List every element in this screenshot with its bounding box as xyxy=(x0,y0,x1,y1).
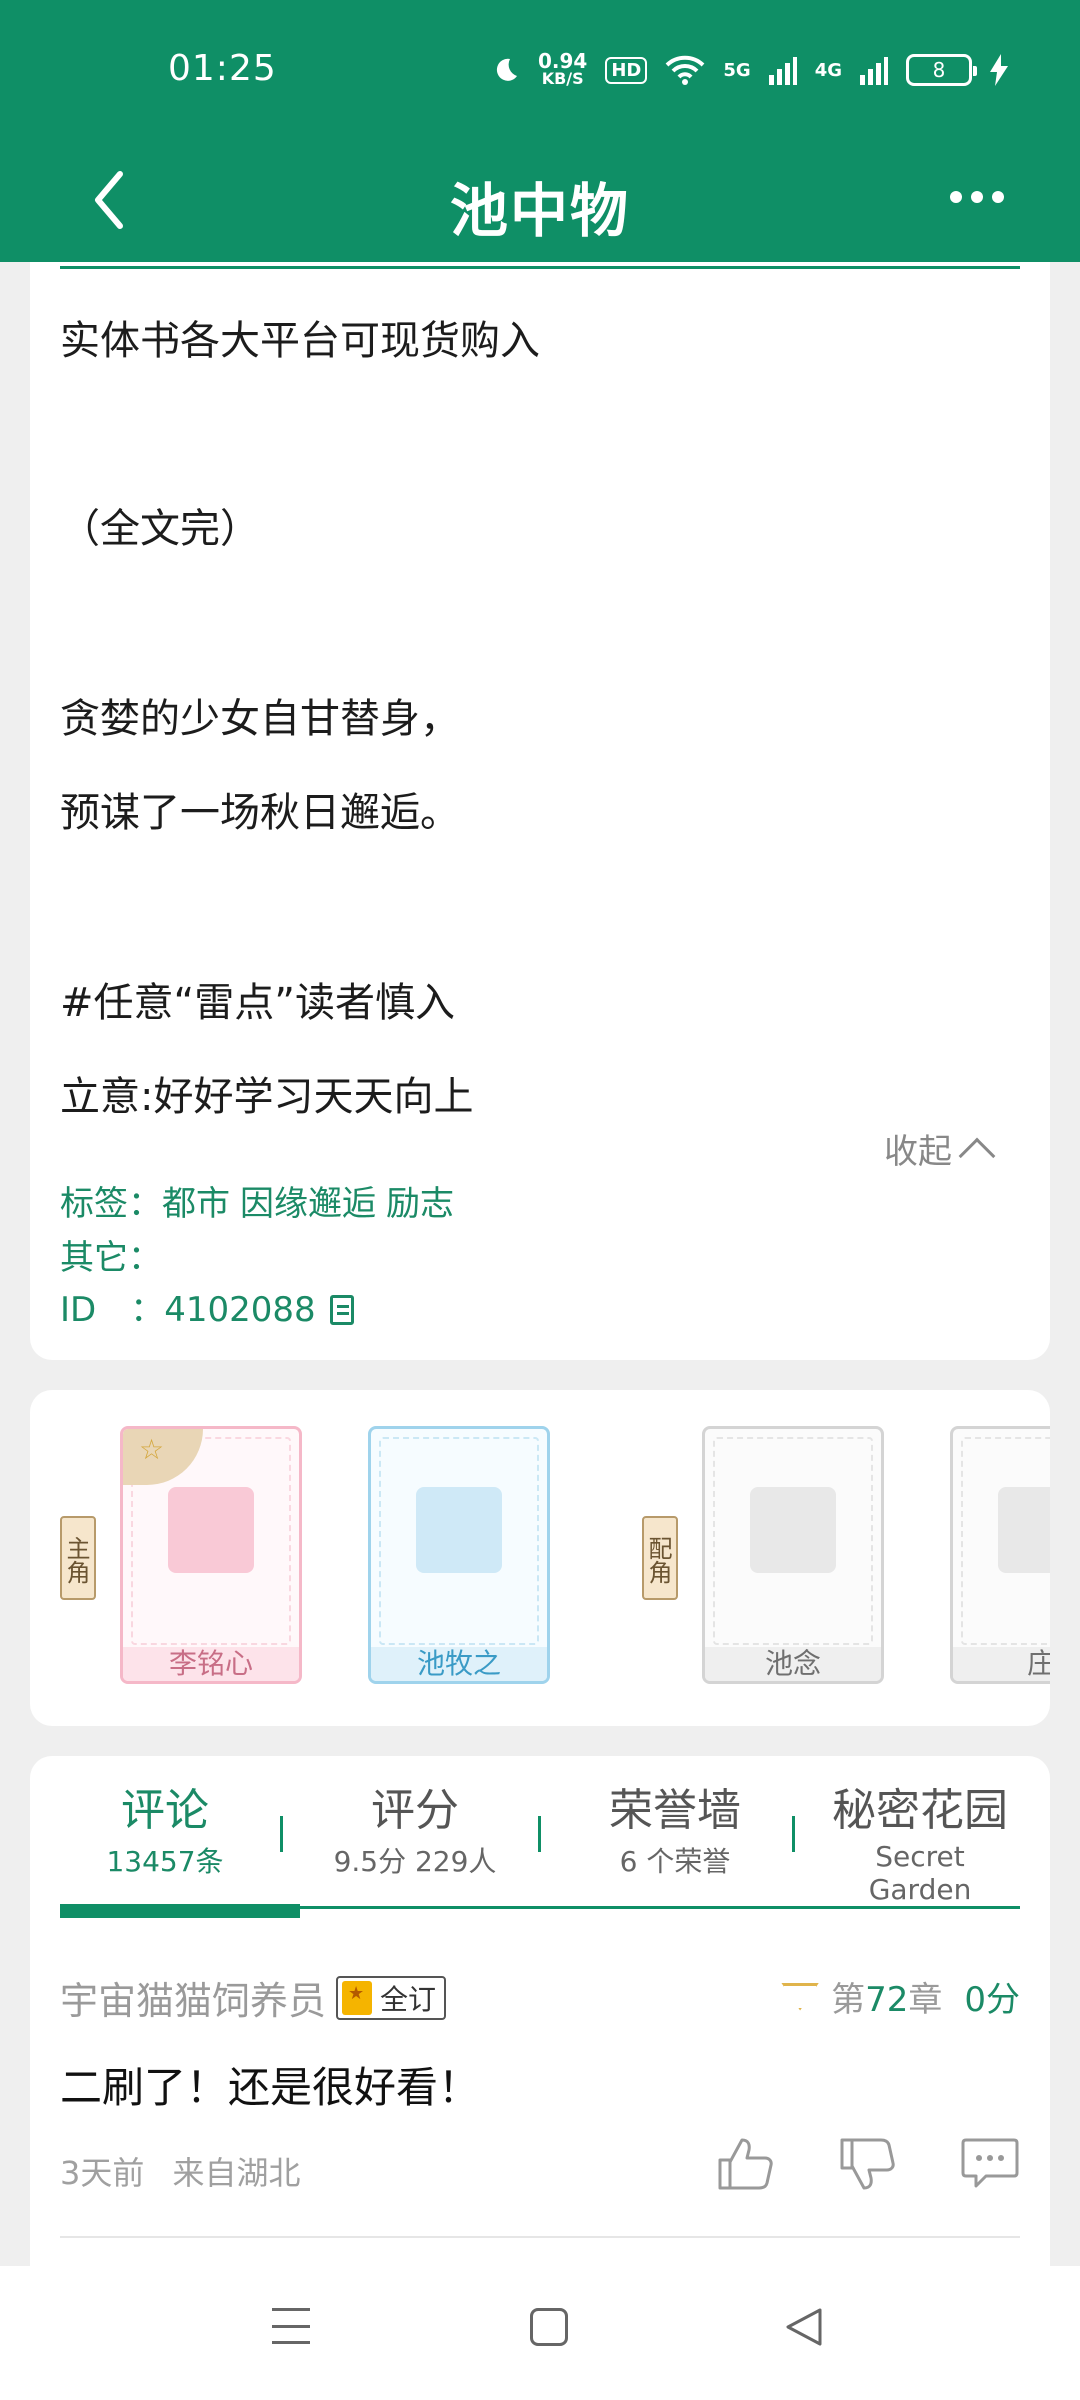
tag-link[interactable]: 励志 xyxy=(386,1184,454,1224)
network-speed: 0.94 KB/S xyxy=(538,49,588,88)
comment-chapter-info: 第72章 0分 xyxy=(781,1972,1020,2021)
comments-card: 评论 13457条 评分 9.5分 229人 荣誉墙 6 个荣誉 秘密花园 Se… xyxy=(30,1756,1050,2276)
book-intro-card: 实体书各大平台可现货购入 （全文完） 贪婪的少女自甘替身， 预谋了一场秋日邂逅。… xyxy=(30,262,1050,1360)
chevron-up-icon xyxy=(958,1137,996,1174)
avatar xyxy=(750,1487,836,1573)
signal-5g-label: 5G xyxy=(723,59,751,81)
collapse-button[interactable]: 收起 xyxy=(884,1124,996,1174)
character-card: 主角 ☆ 李铭心 池牧之 配角 池念 庄 xyxy=(30,1390,1050,1726)
intro-line: 贪婪的少女自甘替身， xyxy=(60,696,460,742)
comment-username[interactable]: 宇宙猫猫饲养员 xyxy=(60,1970,326,2025)
star-icon: ☆ xyxy=(139,1433,165,1466)
divider xyxy=(60,266,1020,269)
more-menu-icon[interactable] xyxy=(950,182,1010,212)
hd-icon: HD xyxy=(605,56,648,84)
other-row: 其它： xyxy=(60,1238,162,1278)
intro-line: #任意“雷点”读者慎入 xyxy=(60,980,455,1026)
divider xyxy=(60,2236,1020,2238)
tab-secret-garden[interactable]: 秘密花园 Secret Garden xyxy=(820,1774,1020,1906)
tab-active-indicator xyxy=(60,1904,300,1918)
status-time: 01:25 xyxy=(168,48,277,89)
intro-line: 预谋了一场秋日邂逅。 xyxy=(60,790,460,836)
character-name: 池牧之 xyxy=(371,1647,547,1681)
wifi-icon xyxy=(665,55,705,85)
avatar xyxy=(998,1487,1050,1573)
tab-separator xyxy=(792,1816,795,1852)
app-header: 01:25 0.94 KB/S HD 5G 4G 8 池中物 xyxy=(0,0,1080,262)
reply-icon[interactable] xyxy=(960,2136,1020,2192)
tag-link[interactable]: 因缘邂逅 xyxy=(240,1184,376,1224)
subscriber-badge: 全订 xyxy=(336,1975,447,2020)
character-card-item[interactable]: 庄 xyxy=(950,1426,1050,1684)
home-icon[interactable] xyxy=(530,2308,568,2346)
avatar xyxy=(416,1487,502,1573)
intro-line: （全文完） xyxy=(60,506,260,552)
intro-line: 立意:好好学习天天向上 xyxy=(60,1074,474,1120)
book-id: 4102088 xyxy=(164,1290,316,1330)
system-nav-bar xyxy=(0,2266,1080,2400)
thumbs-down-icon[interactable] xyxy=(838,2136,898,2192)
thumbs-up-icon[interactable] xyxy=(716,2136,776,2192)
diamond-icon xyxy=(781,1982,820,2011)
comment-location: 来自湖北 xyxy=(172,2154,301,2192)
back-triangle-icon[interactable] xyxy=(784,2306,824,2348)
character-name: 庄 xyxy=(953,1647,1050,1681)
tag-link[interactable]: 都市 xyxy=(162,1184,230,1224)
tab-honor-wall[interactable]: 荣誉墙 6 个荣誉 xyxy=(580,1774,770,1880)
main-role-tag: 主角 xyxy=(60,1516,96,1600)
character-card-item[interactable]: ☆ 李铭心 xyxy=(120,1426,302,1684)
character-card-item[interactable]: 池牧之 xyxy=(368,1426,550,1684)
id-row: ID ：4102088 xyxy=(60,1282,354,1331)
recent-apps-icon[interactable] xyxy=(272,2308,310,2344)
intro-line: 实体书各大平台可现货购入 xyxy=(60,318,540,364)
tab-separator xyxy=(280,1816,283,1852)
character-name: 池念 xyxy=(705,1647,881,1681)
signal-icon xyxy=(860,57,888,85)
comment-header: 宇宙猫猫饲养员 全订 xyxy=(60,1970,447,2025)
tab-bar: 评论 13457条 评分 9.5分 229人 荣誉墙 6 个荣誉 秘密花园 Se… xyxy=(30,1774,1050,1906)
battery-icon: 8 xyxy=(906,54,977,86)
comment-actions xyxy=(716,2136,1020,2192)
comment-meta: 3天前 来自湖北 xyxy=(60,2148,301,2194)
character-name: 李铭心 xyxy=(123,1647,299,1681)
bookmark-star-icon xyxy=(342,1980,373,2015)
copy-icon[interactable] xyxy=(329,1295,354,1325)
nav-bar: 池中物 xyxy=(0,140,1080,262)
tab-rating[interactable]: 评分 9.5分 229人 xyxy=(320,1774,510,1880)
tags-row: 标签：都市 因缘邂逅 励志 xyxy=(60,1184,454,1224)
support-role-tag: 配角 xyxy=(642,1516,678,1600)
charging-icon xyxy=(990,54,1008,86)
page-title: 池中物 xyxy=(449,177,630,245)
status-bar: 01:25 0.94 KB/S HD 5G 4G 8 xyxy=(0,0,1080,140)
moon-icon xyxy=(496,58,517,81)
comment-time: 3天前 xyxy=(60,2154,145,2192)
comment-text: 二刷了！还是很好看！ xyxy=(60,2063,481,2112)
character-card-item[interactable]: 池念 xyxy=(702,1426,884,1684)
tab-separator xyxy=(538,1816,541,1852)
avatar xyxy=(168,1487,254,1573)
comment-score: 0分 xyxy=(964,1980,1020,2020)
signal-icon xyxy=(768,57,797,85)
tab-comments[interactable]: 评论 13457条 xyxy=(70,1774,260,1880)
status-icons: 0.94 KB/S HD 5G 4G 8 xyxy=(492,48,1008,92)
signal-4g-label: 4G xyxy=(814,59,842,81)
